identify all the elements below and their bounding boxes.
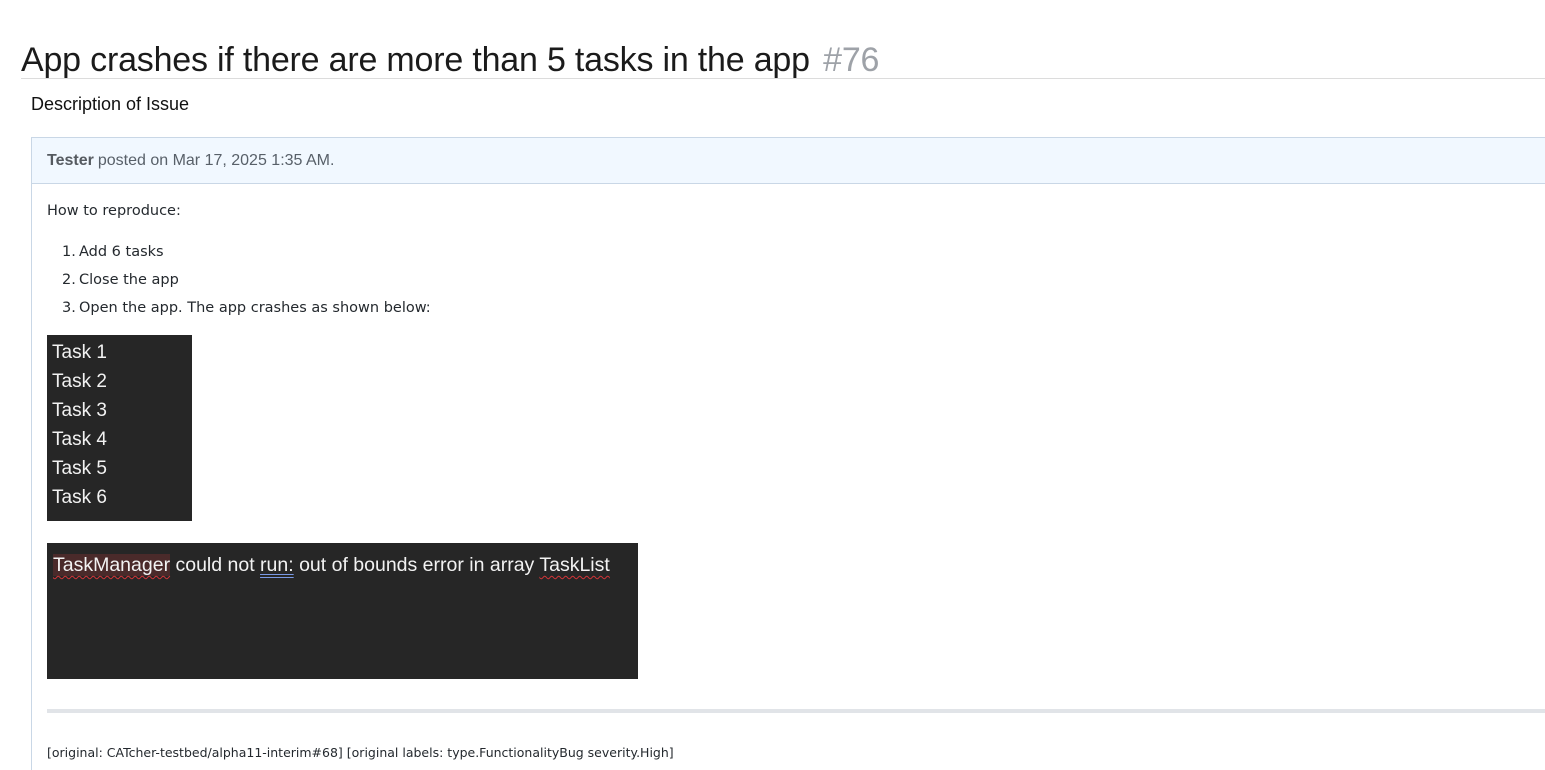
tasks-screenshot-image: Task 1 Task 2 Task 3 Task 4 Task 5 Task … — [47, 335, 192, 521]
title-divider — [21, 78, 1545, 79]
issue-title-text: App crashes if there are more than 5 tas… — [21, 40, 810, 79]
step-number: 3. — [62, 300, 76, 316]
section-heading: Description of Issue — [31, 94, 190, 114]
error-text-2: out of bounds error in array — [293, 554, 540, 576]
task-line: Task 1 — [52, 342, 107, 363]
horizontal-rule — [47, 709, 1545, 713]
task-line: Task 4 — [52, 429, 107, 450]
comment-header: Tester posted on Mar 17, 2025 1:35 AM. — [32, 138, 1545, 184]
issue-title: App crashes if there are more than 5 tas… — [21, 41, 879, 80]
issue-number: #76 — [823, 40, 880, 79]
list-item: 2. Close the app — [47, 270, 431, 298]
list-item: 3. Open the app. The app crashes as shown… — [47, 298, 431, 326]
steps-list: 1. Add 6 tasks 2. Close the app 3. Open the… — [47, 242, 431, 326]
error-text-1: could not — [170, 554, 261, 576]
task-line: Task 5 — [52, 458, 107, 479]
comment-card: Tester posted on Mar 17, 2025 1:35 AM. H… — [31, 137, 1545, 770]
step-number: 2. — [62, 272, 76, 288]
step-text: Open the app. The app crashes as shown b… — [79, 300, 431, 316]
task-line: Task 3 — [52, 400, 107, 421]
error-screenshot-image: TaskManager could not run: out of bounds… — [47, 543, 638, 679]
error-word-run: run: — [260, 554, 294, 576]
step-text: Add 6 tasks — [79, 244, 164, 260]
task-line: Task 2 — [52, 371, 107, 392]
original-issue-note: [original: CATcher-testbed/alpha11-inter… — [47, 745, 674, 760]
step-text: Close the app — [79, 272, 179, 288]
error-word-taskmanager: TaskManager — [53, 554, 171, 576]
task-line: Task 6 — [52, 487, 107, 508]
list-item: 1. Add 6 tasks — [47, 242, 431, 270]
comment-author[interactable]: Tester — [47, 152, 94, 170]
comment-posted-date: posted on Mar 17, 2025 1:35 AM. — [97, 151, 335, 169]
step-number: 1. — [62, 244, 76, 260]
reproduce-intro: How to reproduce: — [47, 203, 181, 219]
error-word-tasklist: TaskList — [539, 554, 610, 576]
